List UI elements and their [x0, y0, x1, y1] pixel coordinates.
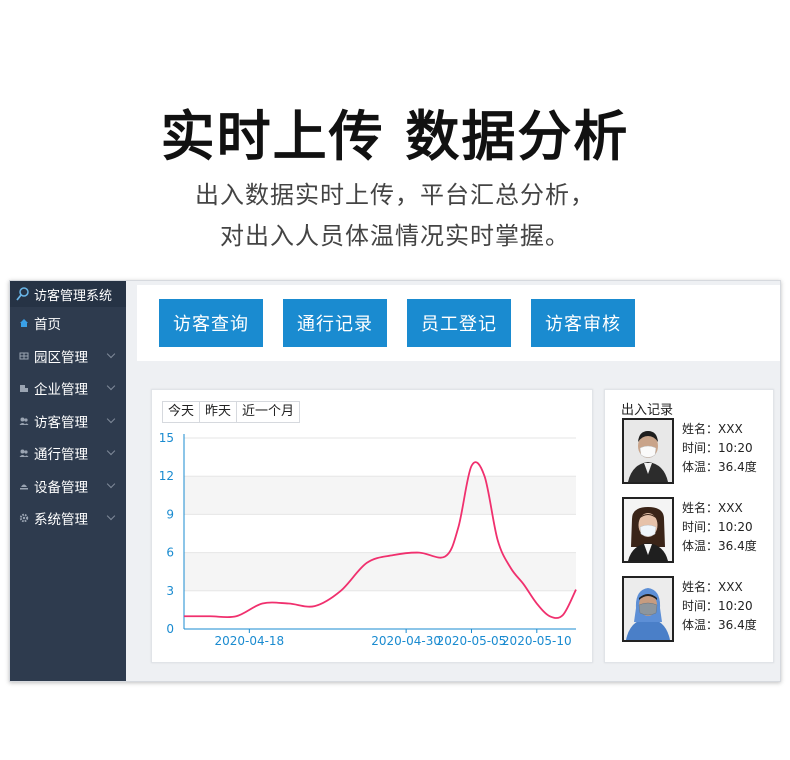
sidebar-item-devices[interactable]: 设备管理	[10, 470, 126, 503]
sidebar-item-label: 首页	[34, 317, 61, 334]
record-item[interactable]: 姓名：XXX 时间：10:20 体温：36.4度	[622, 418, 772, 484]
promo-headline: 实时上传 数据分析	[160, 105, 630, 168]
chevron-down-icon	[106, 479, 116, 488]
sidebar-item-home[interactable]: 首页	[10, 307, 126, 340]
sidebar-item-label: 设备管理	[34, 479, 88, 496]
record-temperature: 体温：36.4度	[682, 460, 757, 474]
sidebar-item-label: 访客管理	[34, 414, 88, 431]
sidebar-item-label: 系统管理	[34, 512, 88, 529]
sidebar-item-enterprise[interactable]: 企业管理	[10, 372, 126, 405]
record-name: 姓名：XXX	[682, 422, 743, 436]
record-temperature: 体温：36.4度	[682, 539, 757, 553]
record-name: 姓名：XXX	[682, 580, 743, 594]
visitor-line-chart: 0 3 6 9 12 15 2020-04-18 2020-04-302020-05-0520…	[159, 431, 577, 648]
record-item[interactable]: 姓名：XXX 时间：10:20 体温：36.4度	[622, 497, 772, 563]
sidebar-item-park[interactable]: 园区管理	[10, 340, 126, 373]
building-icon	[20, 385, 28, 393]
users-icon	[19, 417, 29, 425]
device-icon	[20, 484, 28, 490]
y-tick-label: 0	[166, 622, 174, 636]
tab-last-month[interactable]: 近一个月	[237, 402, 299, 422]
visitor-query-button[interactable]: 访客查询	[159, 299, 263, 347]
sidebar-item-visitors[interactable]: 访客管理	[10, 405, 126, 438]
record-info: 姓名：XXX 时间：10:20 体温：36.4度	[682, 578, 757, 635]
visitor-photo	[622, 497, 674, 563]
tab-today[interactable]: 今天	[163, 402, 201, 422]
record-temperature: 体温：36.4度	[682, 618, 757, 632]
sidebar-header: 访客管理系统	[10, 281, 126, 307]
chevron-down-icon	[106, 381, 116, 391]
chevron-down-icon	[106, 446, 116, 456]
sidebar-item-access[interactable]: 通行管理	[10, 437, 126, 470]
sidebar: 访客管理系统 首页 园区管理 企业管理 访客管理 通行管理 设备管理 系统管理	[10, 281, 126, 681]
sidebar-item-label: 园区管理	[34, 349, 88, 366]
home-icon	[20, 319, 28, 328]
grid-icon	[19, 352, 29, 360]
record-info: 姓名：XXX 时间：10:20 体温：36.4度	[682, 499, 757, 556]
gear-icon	[19, 514, 29, 523]
y-tick-label: 6	[166, 546, 174, 560]
record-time: 时间：10:20	[682, 441, 753, 455]
record-time: 时间：10:20	[682, 520, 753, 534]
sidebar-item-label: 企业管理	[34, 382, 88, 399]
sidebar-item-system[interactable]: 系统管理	[10, 502, 126, 535]
record-info: 姓名：XXX 时间：10:20 体温：36.4度	[682, 420, 757, 477]
x-tick-label: 2020-05-05	[437, 634, 507, 648]
records-title: 出入记录	[621, 403, 674, 418]
employee-register-button[interactable]: 员工登记	[407, 299, 511, 347]
search-users-icon	[16, 287, 29, 301]
y-tick-label: 9	[166, 507, 174, 521]
users-icon	[19, 449, 29, 458]
access-records-panel: 出入记录 姓名：XXX 时间：10:20 体温：36.4度 姓名：XXX 时间：…	[604, 389, 774, 663]
chevron-down-icon	[106, 511, 116, 521]
date-range-tabs: 今天 昨天 近一个月	[162, 401, 301, 423]
record-time: 时间：10:20	[682, 599, 753, 613]
visitor-review-button[interactable]: 访客审核	[531, 299, 635, 347]
x-tick-label: 2020-05-10	[502, 634, 572, 648]
visitor-photo	[622, 576, 674, 642]
chevron-down-icon	[106, 349, 116, 358]
sidebar-item-label: 通行管理	[34, 447, 88, 464]
record-item[interactable]: 姓名：XXX 时间：10:20 体温：36.4度	[622, 576, 772, 642]
y-tick-label: 3	[166, 584, 174, 598]
chevron-down-icon	[106, 414, 116, 423]
app-title: 访客管理系统	[34, 288, 113, 304]
visitor-photo	[622, 418, 674, 484]
x-tick-label: 2020-04-30	[371, 634, 441, 648]
promo-subtitle-line2: 对出入人员体温情况实时掌握。	[220, 222, 570, 250]
quick-actions-bar: 访客查询 通行记录 员工登记 访客审核	[137, 285, 780, 361]
access-records-button[interactable]: 通行记录	[283, 299, 387, 347]
y-tick-label: 15	[159, 431, 174, 445]
grid-band	[184, 476, 576, 515]
tab-yesterday[interactable]: 昨天	[200, 402, 238, 422]
app-window: 访客管理系统 首页 园区管理 企业管理 访客管理 通行管理 设备管理 系统管理 …	[9, 280, 781, 682]
promo-subtitle-line1: 出入数据实时上传，平台汇总分析，	[195, 181, 595, 209]
chart-panel: 0 3 6 9 12 15 2020-04-18 2020-04-30 2020-05-05 20…	[151, 389, 593, 663]
y-tick-label: 12	[159, 469, 174, 483]
record-name: 姓名：XXX	[682, 501, 743, 515]
x-tick-label: 2020-04-18	[214, 634, 284, 648]
